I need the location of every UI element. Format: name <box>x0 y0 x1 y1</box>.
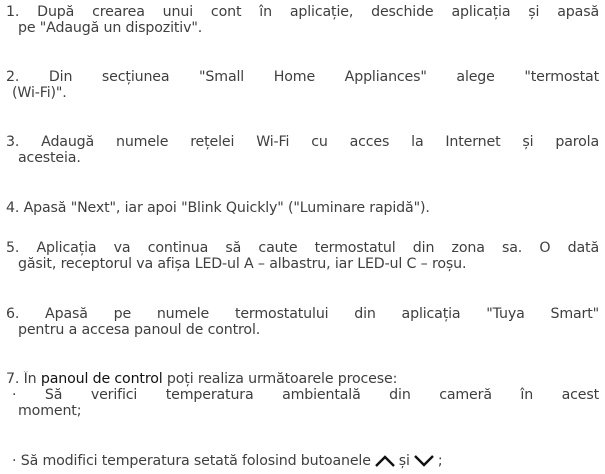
chevron-up-icon <box>374 455 395 467</box>
step-1: 1. După crearea unui cont în aplicație, … <box>6 4 599 36</box>
step-5-line-2: găsit, receptorul va afișa LED-ul A – al… <box>18 256 467 272</box>
step-6-line-2: pentru a accesa panoul de control. <box>18 322 261 338</box>
step-5: 5. Aplicația va continua să caute termos… <box>6 240 599 272</box>
step-7-bullet-2: · Să modifici temperatura setată folosin… <box>6 453 599 469</box>
step-7-heading: 7. În panoul de control poți realiza urm… <box>6 371 599 387</box>
chevron-down-icon <box>413 455 434 467</box>
step-7-bullet-2-line: · Să modifici temperatura setată folosin… <box>6 453 599 469</box>
step-7-bullet-1-line-2: moment; <box>18 403 82 419</box>
step-7-bullet-2-text: · Să modifici temperatura setată folosin… <box>12 453 371 469</box>
step-6: 6. Apasă pe numele termostatului din apl… <box>6 306 599 338</box>
step-4: 4. Apasă "Next", iar apoi "Blink Quickly… <box>6 200 599 216</box>
step-7-bullet-2-end: ; <box>437 453 443 469</box>
step-7-bullet-1-line-1: · Să verifici temperatura ambientală din… <box>12 387 599 403</box>
control-panel-term: panoul de control <box>40 371 163 387</box>
step-7-suffix: poți realiza următoarele procese: <box>162 371 398 387</box>
step-6-line-1: 6. Apasă pe numele termostatului din apl… <box>6 306 599 322</box>
step-4-line-1: 4. Apasă "Next", iar apoi "Blink Quickly… <box>6 200 430 216</box>
step-7-bullet-2-and: și <box>398 453 410 469</box>
step-3: 3. Adaugă numele rețelei Wi-Fi cu acces … <box>6 134 599 166</box>
step-3-line-1: 3. Adaugă numele rețelei Wi-Fi cu acces … <box>6 134 599 150</box>
step-7: 7. În panoul de control poți realiza urm… <box>6 371 599 419</box>
step-2: 2. Din secțiunea "Small Home Appliances"… <box>6 69 599 101</box>
instructions-page: 1. După crearea unui cont în aplicație, … <box>0 0 605 474</box>
step-1-line-1: 1. După crearea unui cont în aplicație, … <box>6 4 599 20</box>
step-7-prefix: 7. În <box>6 371 41 387</box>
step-1-line-2: pe "Adaugă un dispozitiv". <box>18 20 203 36</box>
step-3-line-2: acesteia. <box>18 150 81 166</box>
step-5-line-1: 5. Aplicația va continua să caute termos… <box>6 240 599 256</box>
step-2-line-2: (Wi-Fi)". <box>12 85 67 101</box>
step-2-line-1: 2. Din secțiunea "Small Home Appliances"… <box>6 69 599 85</box>
